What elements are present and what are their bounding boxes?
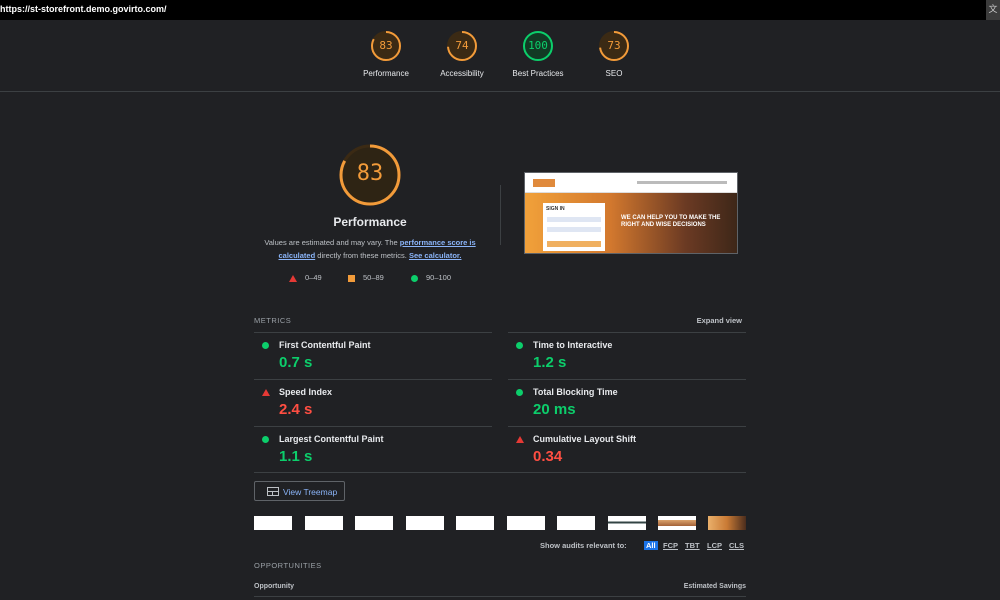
legend-poor: 0–49: [289, 273, 322, 282]
legend-poor-label: 0–49: [305, 273, 322, 282]
thumb-signin-card: SIGN IN: [543, 203, 605, 251]
performance-score: 83: [356, 161, 384, 186]
view-treemap-button[interactable]: View Treemap: [254, 481, 345, 501]
metrics-heading: METRICS: [254, 316, 292, 325]
metric-tbt: Total Blocking Time 20 ms: [508, 379, 746, 426]
filmstrip-frame: [708, 516, 746, 530]
filmstrip-frame: [254, 516, 292, 530]
metric-lcp: Largest Contentful Paint 1.1 s: [254, 426, 492, 473]
legend-average: 50–89: [348, 273, 384, 282]
url-text[interactable]: https://st-storefront.demo.govirto.com/: [0, 4, 167, 14]
filmstrip-frame: [305, 516, 343, 530]
metric-value: 0.7 s: [279, 354, 313, 371]
thumb-nav: [637, 181, 727, 184]
divider: [254, 472, 746, 473]
metric-value: 0.34: [533, 448, 563, 465]
divider: [500, 185, 501, 245]
metric-speed-index: Speed Index 2.4 s: [254, 379, 492, 426]
gauge-score: 83: [379, 39, 393, 52]
legend-average-label: 50–89: [363, 273, 384, 282]
gauge-label: Performance: [363, 69, 409, 78]
good-indicator-icon: [516, 342, 523, 349]
gauge-best-practices[interactable]: 100 Best Practices: [498, 30, 578, 78]
thumb-header: [525, 173, 737, 193]
metric-value: 2.4 s: [279, 401, 313, 418]
metric-name: Cumulative Layout Shift: [533, 434, 637, 444]
filmstrip-frame: [456, 516, 494, 530]
performance-title: Performance: [333, 215, 407, 229]
opportunities-heading: OPPORTUNITIES: [254, 561, 322, 570]
filmstrip-frame: [355, 516, 393, 530]
filter-chip-cls[interactable]: CLS: [729, 541, 744, 550]
gauge-label: SEO: [605, 69, 623, 78]
treemap-icon: [267, 487, 279, 496]
thumb-logo: [533, 179, 555, 187]
metric-value: 1.1 s: [279, 448, 313, 465]
opportunity-column-label: Opportunity: [254, 583, 295, 590]
performance-gauge: 83: [338, 143, 402, 207]
legend-good-label: 90–100: [426, 273, 452, 282]
good-indicator-icon: [516, 389, 523, 396]
audit-filter-label: Show audits relevant to:: [540, 541, 627, 550]
thumb-field: [547, 217, 601, 222]
filter-chip-lcp[interactable]: LCP: [707, 541, 722, 550]
expand-view-button[interactable]: Expand view: [697, 316, 742, 325]
metric-tti: Time to Interactive 1.2 s: [508, 332, 746, 379]
good-indicator-icon: [262, 342, 269, 349]
metric-cls: Cumulative Layout Shift 0.34: [508, 426, 746, 473]
gauge-accessibility[interactable]: 74 Accessibility: [422, 30, 502, 78]
gauge-score: 74: [455, 39, 469, 52]
filmstrip-frame: [658, 516, 696, 530]
gauge-seo[interactable]: 73 SEO: [574, 30, 654, 78]
filmstrip-frame: [608, 516, 646, 530]
final-screenshot[interactable]: SIGN IN WE CAN HELP YOU TO MAKE THE RIGH…: [524, 172, 738, 254]
poor-indicator-icon: [516, 436, 524, 443]
filmstrip-frame: [406, 516, 444, 530]
good-indicator-icon: [262, 436, 269, 443]
desc-text-middle: directly from these metrics.: [315, 251, 409, 260]
metric-value: 20 ms: [533, 401, 576, 418]
filmstrip-frame: [507, 516, 545, 530]
thumb-field: [547, 227, 601, 232]
gauge-score: 73: [607, 39, 621, 52]
score-summary: 83 Performance 74 Accessibility 100 Best…: [0, 20, 1000, 92]
thumb-hero-text: WE CAN HELP YOU TO MAKE THE RIGHT AND WI…: [621, 215, 721, 228]
gauge-score: 100: [528, 39, 548, 52]
metric-fcp: First Contentful Paint 0.7 s: [254, 332, 492, 379]
address-bar[interactable]: https://st-storefront.demo.govirto.com/ …: [0, 0, 1000, 20]
view-treemap-label: View Treemap: [283, 487, 338, 497]
opportunities-columns: Opportunity Estimated Savings: [254, 583, 746, 590]
thumb-button: [547, 241, 601, 247]
square-icon: [348, 274, 355, 282]
metrics-header: METRICS Expand view: [254, 316, 746, 325]
divider: [254, 596, 746, 597]
metric-name: Largest Contentful Paint: [279, 434, 384, 444]
metric-name: Speed Index: [279, 387, 333, 397]
circle-icon: [411, 274, 418, 282]
thumb-card-title: SIGN IN: [546, 206, 565, 212]
filmstrip-frame: [557, 516, 595, 530]
metric-name: Total Blocking Time: [533, 387, 618, 397]
poor-indicator-icon: [262, 389, 270, 396]
performance-description: Values are estimated and may vary. The p…: [258, 236, 482, 262]
triangle-icon: [289, 274, 297, 282]
gauge-performance[interactable]: 83 Performance: [346, 30, 426, 78]
metric-name: First Contentful Paint: [279, 340, 371, 350]
gauge-label: Accessibility: [440, 69, 484, 78]
estimated-savings-column-label: Estimated Savings: [683, 583, 746, 590]
see-calculator-link[interactable]: See calculator.: [409, 251, 462, 260]
metric-name: Time to Interactive: [533, 340, 613, 350]
filter-chip-fcp[interactable]: FCP: [663, 541, 678, 550]
gauge-label: Best Practices: [512, 69, 564, 78]
desc-text: Values are estimated and may vary. The: [264, 238, 400, 247]
translate-icon[interactable]: 文: [986, 0, 1000, 20]
filter-chip-all[interactable]: All: [644, 541, 658, 550]
metric-value: 1.2 s: [533, 354, 567, 371]
filter-chip-tbt[interactable]: TBT: [685, 541, 700, 550]
legend-good: 90–100: [411, 273, 451, 282]
